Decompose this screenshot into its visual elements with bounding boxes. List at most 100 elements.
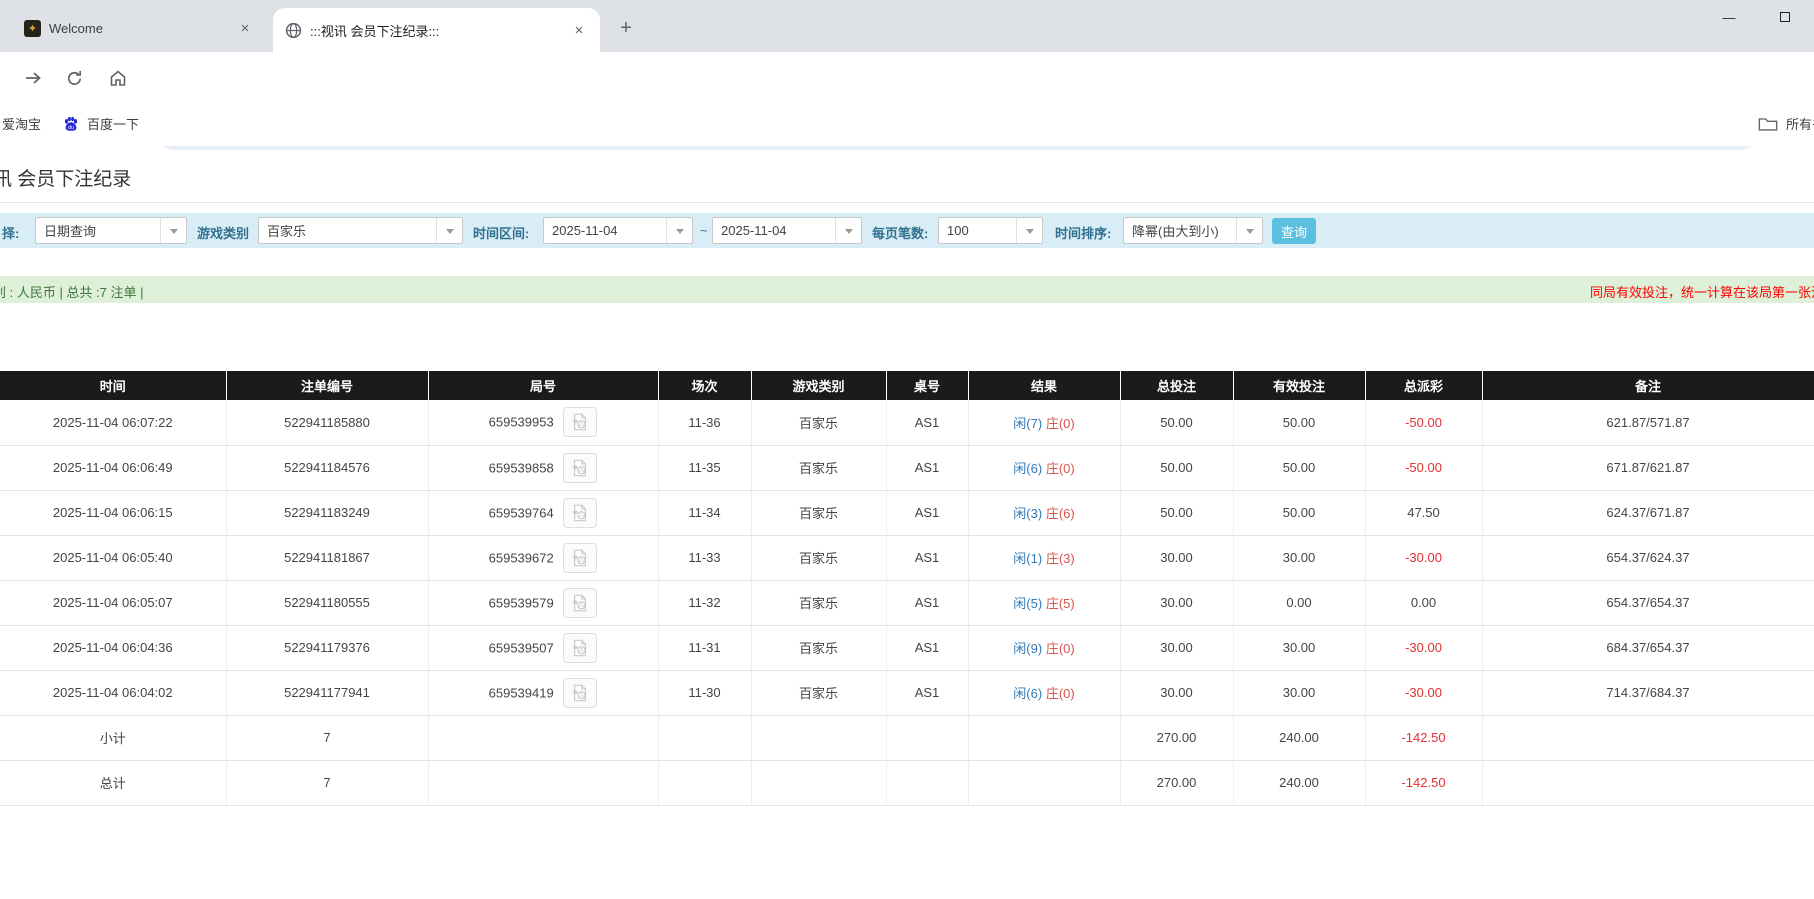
cell-valid-bet: 30.00: [1233, 625, 1366, 671]
round-number: 659539858: [488, 460, 554, 475]
cell-remark: 671.87/621.87: [1482, 445, 1814, 491]
subtotal-payout: -142.50: [1365, 715, 1483, 761]
cell-remark: 714.37/684.37: [1482, 670, 1814, 716]
sort-select[interactable]: 降幂(由大到小): [1123, 217, 1263, 244]
bookmarks-bar: 爱淘宝 du 百度一下 所有书签: [0, 104, 1814, 238]
header-game-type: 游戏类别: [751, 371, 887, 400]
game-type-select[interactable]: 百家乐: [258, 217, 463, 244]
browser-window: ✦ Welcome × :::视讯 会员下注纪录::: × + — 爱淘宝 du…: [0, 0, 1814, 899]
header-session: 场次: [658, 371, 752, 400]
bet-record-table: 时间 注单编号 局号 场次 游戏类别 桌号 结果 总投注 有效投注 总派彩 备注…: [0, 371, 1814, 806]
sort-value: 降幂(由大到小): [1132, 224, 1219, 239]
header-payout: 总派彩: [1365, 371, 1483, 400]
cell-table-no: AS1: [886, 535, 969, 581]
cell-total-bet[interactable]: 50.00: [1120, 400, 1234, 446]
video-replay-button[interactable]: [563, 497, 598, 528]
search-button[interactable]: 查询: [1272, 218, 1316, 244]
cell-time: 2025-11-04 06:05:40: [0, 535, 227, 581]
page-title: 讯 会员下注纪录: [0, 169, 132, 190]
bookmark-label: 爱淘宝: [2, 117, 42, 132]
query-type-select[interactable]: 日期查询: [35, 217, 187, 244]
cell-session: 11-35: [658, 445, 752, 491]
cell-total-bet[interactable]: 30.00: [1120, 535, 1234, 581]
cell-bet-id: 522941180555: [226, 580, 429, 626]
cell-game-type: 百家乐: [751, 535, 887, 581]
cell-payout: -50.00: [1365, 445, 1483, 491]
cell-remark: 654.37/624.37: [1482, 535, 1814, 581]
date-from-select[interactable]: 2025-11-04: [543, 217, 693, 244]
cell-remark: 624.37/671.87: [1482, 490, 1814, 536]
result-banker: 庄(3): [1045, 551, 1075, 566]
result-banker: 庄(0): [1045, 686, 1075, 701]
cell-result: 闲(6) 庄(0): [968, 445, 1121, 491]
tab-welcome[interactable]: ✦ Welcome ×: [14, 8, 264, 48]
result-player: 闲(5): [1013, 596, 1043, 611]
summary-note: 同局有效投注，统一计算在该局第一张注: [1589, 285, 1814, 300]
cell-session: 11-36: [658, 400, 752, 446]
cell-total-bet[interactable]: 30.00: [1120, 625, 1234, 671]
cell-round: 659539507: [428, 625, 659, 671]
cell-result: 闲(5) 庄(5): [968, 580, 1121, 626]
result-banker: 庄(5): [1045, 596, 1075, 611]
cell-game-type: 百家乐: [751, 580, 887, 626]
cell-session: 11-30: [658, 670, 752, 716]
game-type-value: 百家乐: [267, 224, 307, 239]
video-replay-button[interactable]: [563, 452, 598, 483]
bookmark-aitaobao[interactable]: 爱淘宝: [2, 114, 41, 133]
maximize-button[interactable]: [1762, 0, 1808, 34]
forward-button[interactable]: [17, 62, 49, 94]
video-replay-button[interactable]: [563, 677, 598, 708]
cell-time: 2025-11-04 06:04:02: [0, 670, 227, 716]
round-number: 659539764: [488, 505, 554, 520]
cell-bet-id: 522941183249: [226, 490, 429, 536]
bet-table-body: 2025-11-04 06:07:22 522941185880 6595399…: [0, 400, 1814, 716]
subtotal-label: 小计: [0, 715, 227, 761]
chevron-down-icon: [160, 218, 186, 243]
cell-total-bet[interactable]: 30.00: [1120, 580, 1234, 626]
result-banker: 庄(0): [1045, 641, 1075, 656]
header-valid-bet: 有效投注: [1233, 371, 1366, 400]
cell-time: 2025-11-04 06:06:49: [0, 445, 227, 491]
header-remark: 备注: [1482, 371, 1814, 400]
cell-table-no: AS1: [886, 400, 969, 446]
cell-bet-id: 522941177941: [226, 670, 429, 716]
chevron-down-icon: [1236, 218, 1262, 243]
subtotal-count: 7: [226, 715, 429, 761]
new-tab-button[interactable]: +: [612, 14, 640, 42]
reload-button[interactable]: [58, 62, 90, 94]
time-range-label: 时间区间:: [473, 226, 530, 241]
close-tab-icon[interactable]: ×: [570, 22, 588, 39]
home-button[interactable]: [102, 62, 134, 94]
tab-betrecord[interactable]: :::视讯 会员下注纪录::: ×: [273, 8, 600, 52]
cell-session: 11-33: [658, 535, 752, 581]
cell-session: 11-34: [658, 490, 752, 536]
svg-text:du: du: [68, 124, 74, 130]
total-total-bet: 270.00: [1120, 760, 1234, 806]
cell-valid-bet: 30.00: [1233, 670, 1366, 716]
cell-round: 659539579: [428, 580, 659, 626]
result-banker: 庄(6): [1045, 506, 1075, 521]
cell-game-type: 百家乐: [751, 445, 887, 491]
cell-result: 闲(6) 庄(0): [968, 670, 1121, 716]
video-replay-button[interactable]: [563, 587, 598, 618]
round-number: 659539507: [488, 640, 554, 655]
cell-total-bet[interactable]: 50.00: [1120, 490, 1234, 536]
video-replay-button[interactable]: [563, 632, 598, 663]
cell-bet-id: 522941184576: [226, 445, 429, 491]
date-to-select[interactable]: 2025-11-04: [712, 217, 862, 244]
close-tab-icon[interactable]: ×: [236, 20, 254, 37]
all-bookmarks-folder[interactable]: 所有书签: [1758, 114, 1814, 133]
cell-total-bet[interactable]: 30.00: [1120, 670, 1234, 716]
cell-round: 659539419: [428, 670, 659, 716]
date-to-value: 2025-11-04: [721, 223, 787, 238]
cell-result: 闲(3) 庄(6): [968, 490, 1121, 536]
cell-game-type: 百家乐: [751, 400, 887, 446]
cell-result: 闲(1) 庄(3): [968, 535, 1121, 581]
video-replay-button[interactable]: [563, 407, 598, 438]
minimize-button[interactable]: —: [1706, 0, 1752, 34]
bookmark-baidu[interactable]: du 百度一下: [62, 114, 139, 133]
video-replay-button[interactable]: [563, 542, 598, 573]
cell-total-bet[interactable]: 50.00: [1120, 445, 1234, 491]
cell-valid-bet: 50.00: [1233, 400, 1366, 446]
page-size-select[interactable]: 100: [938, 217, 1043, 244]
